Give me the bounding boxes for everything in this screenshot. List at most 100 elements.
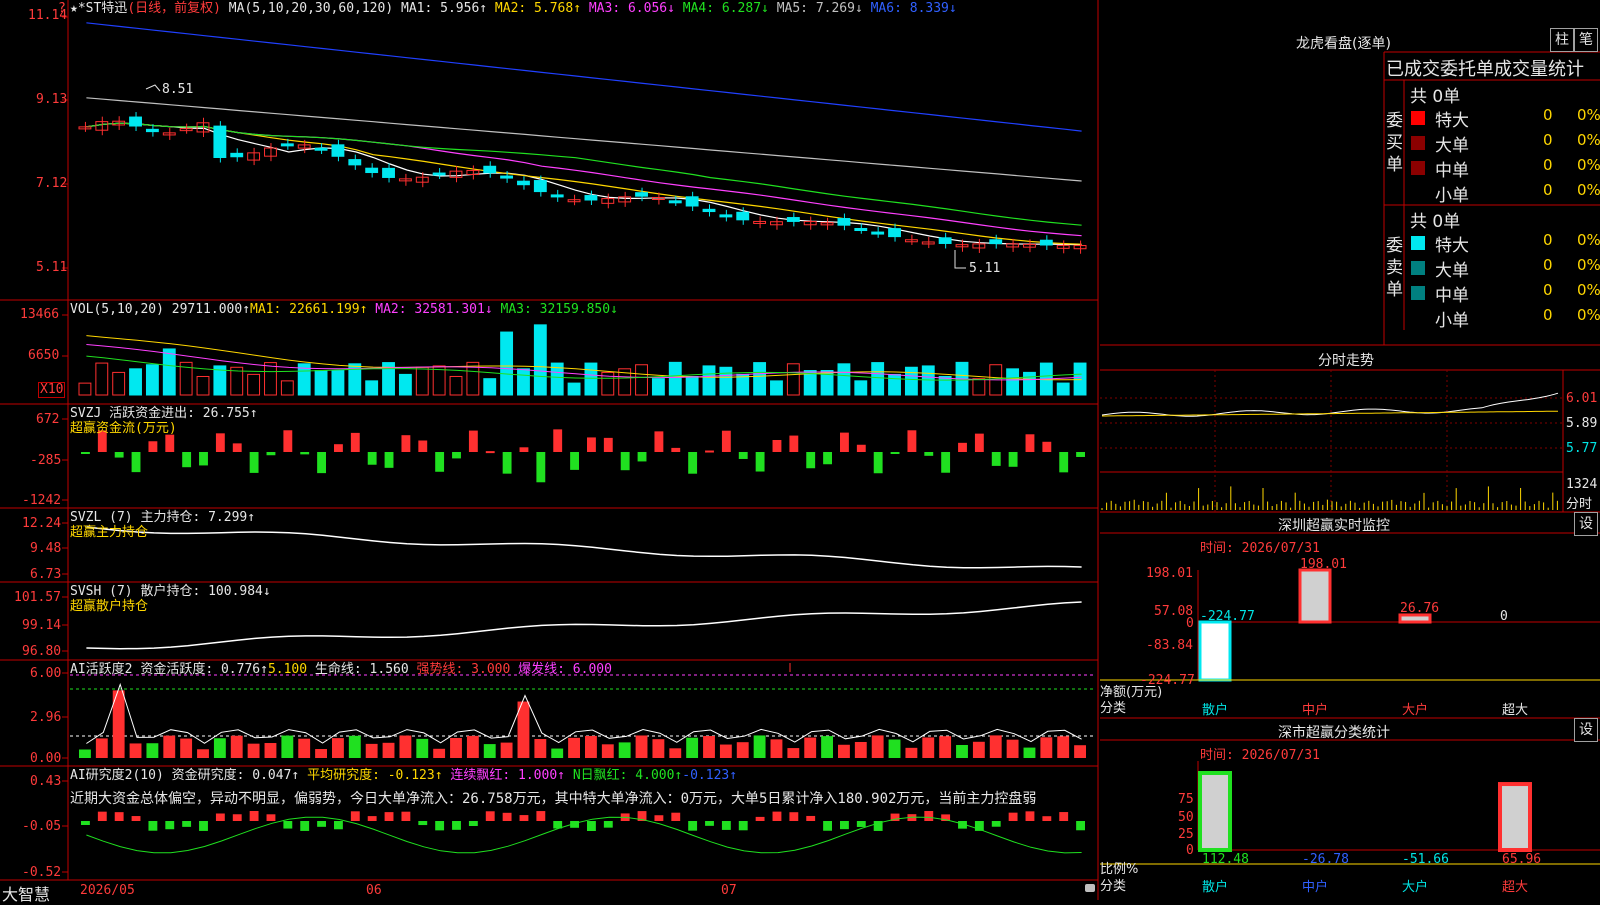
volume-bar <box>483 378 497 396</box>
svsh-axis-label: 99.14 <box>22 618 62 633</box>
ai-active-bar <box>770 739 783 758</box>
sz-monitor-settings-button[interactable]: 设 <box>1574 512 1598 536</box>
volume-bar <box>365 380 379 396</box>
ai-axis-label: 2.96 <box>30 710 62 725</box>
intraday-avg-curve <box>1102 410 1558 417</box>
fund-flow-bar <box>688 452 698 474</box>
stats-row-pct: 0% <box>1577 181 1600 199</box>
svzl-header: SVZL (7) 主力持仓: 7.299↑ <box>70 510 256 525</box>
ma3-value: MA3: 6.056↓ <box>588 1 675 16</box>
ma4-value: MA4: 6.287↓ <box>682 1 769 16</box>
burst-line-value: 爆发线: 6.000 <box>518 662 612 677</box>
svsh-axis-label: 96.80 <box>22 644 62 659</box>
stats-row-count: 0 <box>1543 181 1553 199</box>
research-bar <box>502 812 512 821</box>
research-bar <box>232 814 242 821</box>
ma1-value: MA1: 5.956↑ <box>401 1 488 16</box>
fund-flow-bar <box>401 435 411 452</box>
tick-view-button[interactable]: 笔 <box>1574 28 1598 52</box>
research-bar <box>1025 811 1035 821</box>
stock-name[interactable]: ★*ST特迅 <box>70 1 127 16</box>
ma-label: MA(5,10,20,30,60,120) <box>228 1 394 16</box>
research-bar <box>840 821 849 830</box>
research-bar <box>1008 812 1018 821</box>
ai-active-bar <box>922 737 935 758</box>
fund-flow-bar <box>502 452 512 474</box>
stats-row-label: 小单 <box>1435 186 1469 206</box>
lock-icon[interactable] <box>1085 884 1095 892</box>
period-label[interactable]: (日线，前复权) <box>127 1 221 16</box>
candle-body <box>837 218 851 226</box>
candle-body <box>432 172 446 176</box>
volume-bar <box>651 378 665 396</box>
svsh-axis-label: 101.57 <box>14 590 61 605</box>
ai-active-bar <box>601 744 614 758</box>
fund-flow-bar <box>519 447 529 452</box>
fund-flow-bar <box>806 452 816 469</box>
research-bar <box>654 815 664 821</box>
ai-active-title: AI活跃度2 <box>70 662 133 677</box>
ai-active-bar <box>146 743 159 758</box>
research-bar <box>418 821 428 826</box>
classify-x-unit: 分类 <box>1100 879 1127 894</box>
fund-flow-bar <box>789 435 799 452</box>
ai-active-bar <box>686 737 699 758</box>
research-bar <box>991 821 1001 827</box>
ai-active-bar <box>315 749 327 758</box>
kline-area[interactable]: ? ★*ST特迅(日线，前复权) MA(5,10,20,30,60,120) M… <box>0 0 1100 904</box>
ma-line <box>86 122 1082 237</box>
research-bar <box>114 812 124 821</box>
sz-classify-settings-button[interactable]: 设 <box>1574 718 1598 742</box>
ai-active-bar <box>821 736 833 758</box>
ai-commentary: 近期大资金总体偏空，异动不明显，偏弱势，今日大单净流入：26.758万元，其中特… <box>70 791 1037 807</box>
candle-body <box>803 221 817 226</box>
date-label: 07 <box>721 883 737 898</box>
ai-active-bar <box>568 737 580 758</box>
research-curve <box>86 816 1082 854</box>
svzj-axis-label: 672 <box>36 412 60 427</box>
volume-bar <box>837 363 851 396</box>
fund-flow-bar <box>958 442 967 452</box>
research-bar <box>823 821 832 831</box>
research-bar <box>789 812 799 821</box>
research-axis-label: 0.43 <box>30 774 62 789</box>
volume-bar <box>415 366 429 396</box>
ai-active-val2: 5.100 <box>267 662 308 677</box>
stats-row: 小单 0 0% <box>1409 306 1600 331</box>
stats-row: 小单 0 0% <box>1409 181 1600 206</box>
monitor-value-mid: 198.01 <box>1300 557 1347 572</box>
ai-active-bar <box>450 737 462 758</box>
ai-active-bar <box>787 748 800 758</box>
ai-active-value: 资金活跃度: 0.776↑ <box>140 662 268 677</box>
candle-body <box>331 144 345 157</box>
volume-bar <box>95 362 109 396</box>
svzj-axis-label: -1242 <box>22 493 62 508</box>
candle-body <box>854 228 868 232</box>
stats-row: 特大 0 0% <box>1409 231 1600 256</box>
classify-axis-label: 75 <box>1178 792 1194 807</box>
buy-side-label: 委 买 单 <box>1386 111 1403 175</box>
ai-active-line <box>86 682 1082 744</box>
volume-bar <box>904 366 918 396</box>
stats-row-count: 0 <box>1543 131 1553 149</box>
research-bar <box>300 821 310 831</box>
chart-canvas[interactable] <box>0 0 1100 900</box>
strong-line-value: 强势线: 3.000 <box>416 662 511 677</box>
sz-monitor-title: 深圳超赢实时监控 <box>1278 518 1390 534</box>
fund-flow-bar <box>873 452 883 474</box>
stats-row-label: 小单 <box>1435 311 1469 331</box>
intraday-title[interactable]: 分时走势 <box>1318 350 1374 370</box>
monitor-bars <box>1198 568 1432 682</box>
legend-swatch <box>1411 261 1425 275</box>
research-bar <box>1076 821 1085 831</box>
research-bar <box>721 821 731 830</box>
ai-active-bar <box>163 735 176 758</box>
stats-row-pct: 0% <box>1577 106 1600 124</box>
ai-active-bar <box>888 739 901 758</box>
intraday-price-label: 5.77 <box>1566 441 1598 456</box>
fund-flow-bar <box>232 443 242 452</box>
stats-row-count: 0 <box>1543 306 1553 324</box>
research-bar <box>738 821 748 831</box>
bar-view-button[interactable]: 柱 <box>1550 28 1574 52</box>
ma2-value: MA2: 5.768↑ <box>494 1 582 16</box>
